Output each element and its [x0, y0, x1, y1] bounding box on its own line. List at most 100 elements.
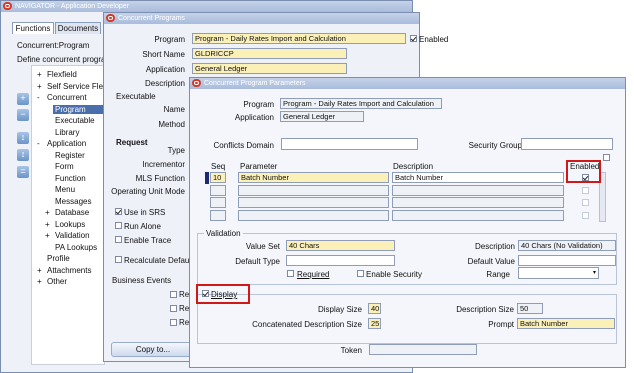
tree-item[interactable]: Executable: [53, 116, 97, 125]
tree-toggle-icon[interactable]: +: [37, 277, 42, 286]
tree-item[interactable]: Concurrent: [45, 93, 89, 102]
program-field[interactable]: Program - Daily Rates Import and Calcula…: [192, 33, 406, 44]
tree-toggle-icon[interactable]: -: [37, 139, 40, 148]
range-select[interactable]: ▾: [518, 267, 599, 279]
tree-toggle-icon[interactable]: +: [45, 208, 50, 217]
tree-item[interactable]: Register: [53, 151, 87, 160]
row-seq-field[interactable]: [210, 197, 226, 208]
enable-security-label: Enable Security: [366, 270, 423, 279]
application-field[interactable]: General Ledger: [192, 63, 347, 74]
expand-all-icon[interactable]: ↕: [17, 132, 29, 144]
use-in-srs-checkbox[interactable]: [115, 208, 122, 215]
token-field: [369, 344, 477, 355]
enable-security-checkbox[interactable]: [357, 270, 364, 277]
value-set-field[interactable]: 40 Chars: [286, 240, 395, 251]
row-description-field[interactable]: [392, 209, 564, 221]
chevron-down-icon: ▾: [592, 270, 596, 276]
tree-item[interactable]: Profile: [45, 254, 72, 263]
conflicts-domain-field[interactable]: [281, 138, 418, 150]
tree-toggle-icon[interactable]: +: [37, 82, 42, 91]
default-type-label: Default Type: [235, 257, 280, 266]
required-checkbox[interactable]: [287, 270, 294, 277]
concatenated-size-label: Concatenated Description Size: [252, 320, 362, 329]
row-seq-field[interactable]: [210, 209, 226, 221]
range-label: Range: [486, 270, 510, 279]
col-parameter-header: Parameter: [240, 162, 278, 171]
tree-toggle-icon[interactable]: +: [45, 220, 50, 229]
copy-to-button[interactable]: Copy to...: [111, 342, 195, 357]
tree-item[interactable]: Validation: [53, 231, 92, 240]
default-type-field[interactable]: [286, 255, 395, 266]
request-event-checkbox-1[interactable]: [170, 291, 177, 298]
navigator-titlebar[interactable]: NAVIGATOR - Application Developer: [1, 1, 412, 12]
tree-item[interactable]: Program: [53, 104, 103, 114]
tree-item[interactable]: Application: [45, 139, 88, 148]
row-enabled-checkbox[interactable]: [582, 211, 589, 219]
concurrent-programs-titlebar[interactable]: Concurrent Programs: [104, 13, 419, 24]
row-parameter-field[interactable]: [238, 184, 389, 196]
description-size-label: Description Size: [456, 305, 514, 314]
tree-item[interactable]: Database: [53, 208, 91, 217]
row-parameter-field[interactable]: Batch Number: [238, 172, 389, 183]
tree-item[interactable]: Flexfield: [45, 70, 79, 79]
row-parameter-field[interactable]: [238, 209, 389, 221]
short-name-label: Short Name: [142, 50, 185, 59]
open-icon[interactable]: +: [17, 93, 29, 105]
security-group-field[interactable]: [521, 138, 613, 150]
prompt-label: Prompt: [488, 320, 514, 329]
param-program-label: Program: [243, 100, 274, 109]
tree-item[interactable]: PA Lookups: [53, 243, 99, 252]
run-alone-checkbox[interactable]: [115, 222, 122, 229]
row-description-field[interactable]: [392, 184, 564, 196]
default-value-field[interactable]: [518, 255, 616, 266]
prompt-field[interactable]: Batch Number: [517, 318, 615, 329]
run-alone-label: Run Alone: [124, 222, 161, 231]
short-name-field[interactable]: GLDRICCP: [192, 48, 347, 59]
tree-toggle-icon[interactable]: +: [45, 231, 50, 240]
expand-branch-icon[interactable]: ↕: [17, 149, 29, 161]
program-label: Program: [154, 35, 185, 44]
tree-toggle-icon[interactable]: +: [37, 266, 42, 275]
row-enabled-checkbox[interactable]: [582, 186, 589, 194]
tree-toggle-icon[interactable]: -: [37, 93, 40, 102]
tree-item[interactable]: Menu: [53, 185, 77, 194]
tree-item[interactable]: Library: [53, 128, 81, 137]
collapse-icon[interactable]: −: [17, 109, 29, 121]
col-description-header: Description: [393, 162, 434, 171]
tree-item[interactable]: Self Service Flex: [45, 82, 109, 91]
validation-section: Validation: [204, 229, 243, 238]
row-enabled-checkbox[interactable]: [582, 199, 589, 206]
tree-item[interactable]: Other: [45, 277, 69, 286]
operating-unit-mode-label: Operating Unit Mode: [111, 187, 185, 196]
row-description-field[interactable]: Batch Number: [392, 172, 564, 183]
vs-description-label: Description: [474, 242, 515, 251]
enabled-checkbox[interactable]: [410, 35, 417, 42]
col-seq-header: Seq: [211, 162, 226, 171]
collapse-all-icon[interactable]: =: [17, 166, 29, 178]
tree-item[interactable]: Attachments: [45, 266, 93, 275]
tab-documents[interactable]: Documents: [55, 22, 101, 34]
vs-description-field: 40 Chars (No Validation): [518, 240, 616, 251]
row-parameter-field[interactable]: [238, 197, 389, 208]
tree-item[interactable]: Form: [53, 162, 76, 171]
row-description-field[interactable]: [392, 197, 564, 208]
parameters-window: Concurrent Program Parameters Program Pr…: [189, 77, 626, 368]
tree-item[interactable]: Lookups: [53, 220, 87, 229]
tab-functions[interactable]: Functions: [12, 22, 54, 34]
display-size-field[interactable]: 40: [368, 303, 381, 314]
enable-trace-checkbox[interactable]: [115, 236, 122, 243]
row-seq-field[interactable]: [210, 184, 226, 196]
tree-item[interactable]: Messages: [53, 197, 93, 206]
tree-item[interactable]: Function: [53, 174, 88, 183]
row-extra-checkbox[interactable]: [603, 154, 610, 161]
concatenated-size-field[interactable]: 25: [368, 318, 381, 329]
recalculate-checkbox[interactable]: [115, 256, 122, 263]
row-seq-field[interactable]: 10: [210, 172, 226, 183]
tree-toggle-icon[interactable]: +: [37, 70, 42, 79]
parameters-titlebar[interactable]: Concurrent Program Parameters: [190, 78, 625, 89]
request-event-checkbox-2[interactable]: [170, 305, 177, 312]
mls-function-label: MLS Function: [135, 174, 185, 183]
request-event-checkbox-3[interactable]: [170, 319, 177, 326]
param-program-field: Program - Daily Rates Import and Calcula…: [280, 98, 442, 109]
required-label: Required: [297, 270, 330, 279]
